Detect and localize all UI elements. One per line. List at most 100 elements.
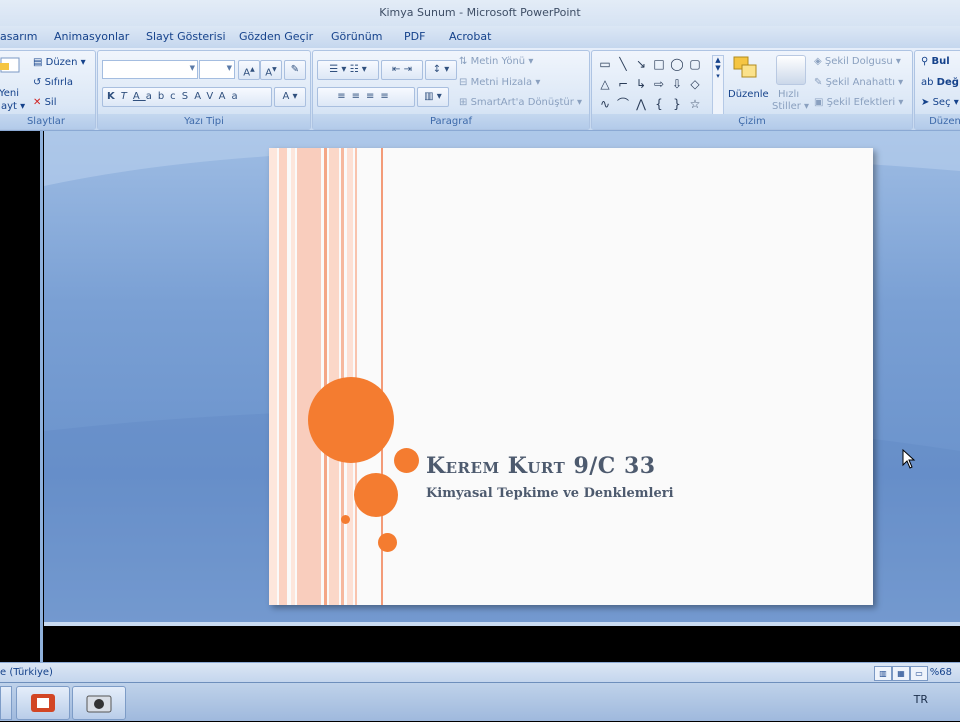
arrow-line-shape-icon: ↘	[635, 57, 647, 71]
italic-icon: T	[120, 91, 133, 102]
shape-fill-button[interactable]: ◈ Şekil Dolgusu ▾	[814, 56, 901, 67]
bullets-icon[interactable]: ☰ ▾ ☷ ▾	[317, 60, 379, 80]
taskbar-powerpoint-button[interactable]	[16, 686, 70, 720]
tab-gorunum[interactable]: Görünüm	[331, 26, 382, 48]
elbow-shape-icon: ↳	[635, 77, 647, 91]
decorative-circle	[354, 473, 398, 517]
group-label-slaytlar: Slaytlar	[0, 114, 95, 129]
tab-tasarim[interactable]: asarım	[0, 26, 38, 48]
select-button[interactable]: ➤ Seç ▾	[921, 97, 959, 108]
tab-slayt-gosterisi[interactable]: Slayt Gösterisi	[146, 26, 226, 48]
slide-workspace[interactable]: Kerem Kurt 9/C 33 Kimyasal Tepkime ve De…	[44, 131, 960, 622]
align-buttons[interactable]: ≡≡≡≡	[317, 87, 415, 107]
font-color-icon[interactable]: A ▾	[274, 87, 306, 107]
right-arrow-shape-icon: ⇨	[653, 77, 665, 91]
font-format-buttons[interactable]: KTAabcSAVAa	[102, 87, 272, 107]
stripe	[324, 148, 327, 605]
tab-gozden-gecir[interactable]: Gözden Geçir	[239, 26, 313, 48]
powerpoint-icon	[31, 694, 55, 712]
layout-button[interactable]: ▤ Düzen ▾	[33, 57, 86, 68]
replace-button[interactable]: ab Değ	[921, 77, 959, 88]
stripe	[329, 148, 339, 605]
window-title: Kimya Sunum - Microsoft PowerPoint	[379, 6, 581, 19]
decorative-circle	[394, 448, 419, 473]
font-size-combo[interactable]: ▼	[199, 60, 235, 79]
indent-icon[interactable]: ⇤ ⇥	[381, 60, 423, 80]
normal-view-icon[interactable]: ▥	[874, 666, 892, 681]
taskbar-camera-button[interactable]	[72, 686, 126, 720]
ribbon-tabs: asarım Animasyonlar Slayt Gösterisi Gözd…	[0, 26, 960, 49]
notes-pane[interactable]	[44, 622, 960, 666]
shrink-font-icon[interactable]: A▼	[260, 60, 282, 80]
binoculars-icon: ⚲	[921, 56, 929, 67]
mouse-cursor-icon	[902, 448, 916, 472]
title-bar: Kimya Sunum - Microsoft PowerPoint	[0, 0, 960, 26]
align-text-button[interactable]: ⊟ Metni Hizala ▾	[459, 77, 540, 88]
stripe	[269, 148, 277, 605]
zoom-level[interactable]: %68	[930, 663, 952, 683]
slide-canvas[interactable]: Kerem Kurt 9/C 33 Kimyasal Tepkime ve De…	[269, 148, 873, 605]
find-button[interactable]: ⚲ Bul	[921, 56, 950, 67]
clear-format-icon[interactable]: ✎	[284, 60, 306, 80]
shapes-gallery[interactable]: ▭ ╲ ↘ □ ◯ ▢ △ ⌐ ↳ ⇨ ⇩ ◇ ∿ ⌒ ⋀ { } ☆	[596, 55, 716, 115]
group-duzenleme: ⚲ Bul ab Değ ➤ Seç ▾ Düzen	[914, 50, 960, 130]
group-label-cizim: Çizim	[592, 114, 912, 129]
slide-title[interactable]: Kerem Kurt 9/C 33	[426, 453, 656, 479]
oval-shape-icon: ◯	[670, 57, 684, 71]
new-slide-label-2[interactable]: ayt ▾	[1, 101, 25, 112]
underline-icon: A	[132, 91, 146, 102]
group-cizim: ▭ ╲ ↘ □ ◯ ▢ △ ⌐ ↳ ⇨ ⇩ ◇ ∿ ⌒ ⋀ { } ☆ ▲ ▼ ▾ …	[591, 50, 913, 130]
stripe	[297, 148, 321, 605]
taskbar: TR	[0, 682, 960, 721]
slide-sorter-icon[interactable]: ▦	[892, 666, 910, 681]
quick-styles-icon[interactable]	[776, 55, 806, 85]
shape-outline-button[interactable]: ✎ Şekil Anahattı ▾	[814, 77, 903, 88]
arrange-icon[interactable]	[732, 55, 762, 83]
start-button[interactable]	[0, 686, 12, 720]
font-name-combo[interactable]: ▼	[102, 60, 198, 79]
arrange-button[interactable]: Düzenle	[728, 89, 769, 100]
pointer-icon: ➤	[921, 97, 930, 108]
tab-acrobat[interactable]: Acrobat	[449, 26, 491, 48]
group-label-yazi-tipi: Yazı Tipi	[98, 114, 310, 129]
quick-styles-label-2[interactable]: Stiller ▾	[772, 101, 809, 112]
right-brace-shape-icon: }	[673, 97, 681, 111]
smartart-button[interactable]: ⊞ SmartArt'a Dönüştür ▾	[459, 97, 582, 108]
quick-styles-label-1[interactable]: Hızlı	[778, 89, 799, 100]
group-paragraf: ☰ ▾ ☷ ▾ ⇤ ⇥ ↕ ▾ ≡≡≡≡ ▥ ▾ ⇅ Metin Yönü ▾ …	[312, 50, 590, 130]
new-slide-icon[interactable]	[0, 55, 21, 77]
bold-icon: K	[107, 91, 121, 102]
stripe	[291, 148, 295, 605]
slide-subtitle[interactable]: Kimyasal Tepkime ve Denklemleri	[426, 486, 674, 501]
tab-animasyonlar[interactable]: Animasyonlar	[54, 26, 129, 48]
columns-icon[interactable]: ▥ ▾	[417, 87, 449, 107]
tray-language[interactable]: TR	[914, 693, 928, 706]
delete-slide-button[interactable]: ✕ Sil	[33, 97, 56, 108]
shape-effects-button[interactable]: ▣ Şekil Efektleri ▾	[814, 97, 903, 108]
status-bar: e (Türkiye) ▥ ▦ ▭ %68	[0, 662, 960, 683]
rounded-rect-shape-icon: ▢	[689, 57, 701, 71]
text-direction-button[interactable]: ⇅ Metin Yönü ▾	[459, 56, 533, 67]
slides-pane[interactable]	[0, 131, 43, 662]
freeform-shape-icon: ⋀	[636, 97, 646, 111]
decorative-circle-small	[341, 515, 350, 524]
down-arrow-shape-icon: ⇩	[671, 77, 683, 91]
group-label-paragraf: Paragraf	[313, 114, 589, 129]
triangle-shape-icon: △	[600, 77, 610, 91]
group-label-duzenleme: Düzen	[915, 114, 960, 129]
shadow-icon: S	[181, 91, 195, 102]
tab-pdf[interactable]: PDF	[404, 26, 425, 48]
group-yazi-tipi: ▼ ▼ A▲ A▼ ✎ KTAabcSAVAa A ▾ Yazı Tipi	[97, 50, 311, 130]
group-slaytlar: Yeni ayt ▾ ▤ Düzen ▾ ↺ Sıfırla ✕ Sil Sla…	[0, 50, 96, 130]
reset-button[interactable]: ↺ Sıfırla	[33, 77, 73, 88]
language-status[interactable]: e (Türkiye)	[0, 663, 53, 683]
curve-shape-icon: ∿	[599, 97, 611, 111]
stripe	[279, 148, 287, 605]
new-slide-label[interactable]: Yeni	[0, 88, 19, 99]
rectangle-shape-icon: □	[653, 57, 665, 71]
line-spacing-icon[interactable]: ↕ ▾	[425, 60, 457, 80]
slideshow-view-icon[interactable]: ▭	[910, 666, 928, 681]
gallery-scroll[interactable]: ▲ ▼ ▾	[712, 55, 724, 117]
replace-icon: ab	[921, 77, 934, 88]
grow-font-icon[interactable]: A▲	[238, 60, 260, 80]
